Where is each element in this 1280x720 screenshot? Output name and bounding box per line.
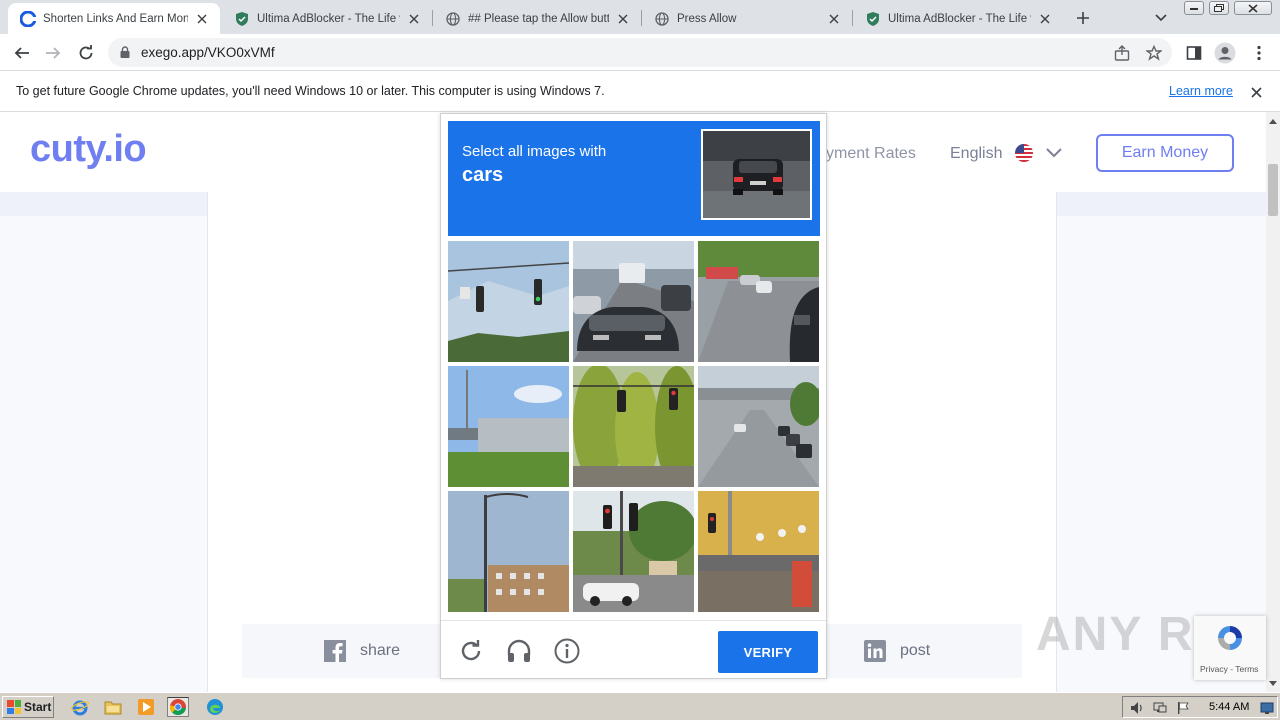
tab-ultima-adblocker[interactable]: Ultima AdBlocker - The Life with <box>222 3 432 34</box>
audio-challenge-headphones-icon[interactable] <box>506 638 532 664</box>
minimize-button[interactable] <box>1184 1 1204 15</box>
share-label: share <box>360 642 401 659</box>
challenge-tile[interactable] <box>573 241 694 362</box>
profile-icon[interactable] <box>1214 42 1236 64</box>
close-tab-icon[interactable] <box>826 11 842 27</box>
sample-car-image <box>701 129 812 220</box>
browser-toolbar: exego.app/VKO0xVMf <box>0 34 1280 71</box>
nav-payment-rates[interactable]: yment Rates <box>826 145 916 163</box>
tab-allow-button[interactable]: ## Please tap the Allow button <box>433 3 641 34</box>
shield-icon <box>865 11 881 27</box>
infobar-message: To get future Google Chrome updates, you… <box>16 84 605 98</box>
share-linkedin-button[interactable]: post <box>826 624 1022 678</box>
globe-icon <box>445 11 461 27</box>
recaptcha-challenge: Select all images with cars VERIFY <box>440 113 827 679</box>
windows-taskbar: Start 5:44 AM <box>0 692 1280 720</box>
info-icon[interactable] <box>554 638 580 664</box>
close-tab-icon[interactable] <box>615 11 631 27</box>
lock-icon[interactable] <box>118 45 132 59</box>
language-selector[interactable]: English <box>950 145 1002 163</box>
earn-money-button[interactable]: Earn Money <box>1096 134 1234 172</box>
forward-arrow-icon[interactable] <box>42 42 64 64</box>
close-tab-icon[interactable] <box>194 11 210 27</box>
tab-title: Ultima AdBlocker - The Life with <box>888 12 1031 25</box>
challenge-instruction: Select all images with <box>462 143 607 160</box>
action-center-flag-icon[interactable] <box>1175 700 1191 716</box>
network-icon[interactable] <box>1152 700 1168 716</box>
challenge-tile[interactable] <box>573 366 694 487</box>
post-label: post <box>900 642 931 659</box>
windows-logo-icon <box>7 700 21 714</box>
show-desktop-icon[interactable] <box>1259 700 1275 716</box>
tab-title: ## Please tap the Allow button <box>468 12 609 25</box>
linkedin-icon <box>864 640 886 662</box>
tab-title: Shorten Links And Earn Money <box>43 12 188 25</box>
tab-press-allow[interactable]: Press Allow <box>642 3 852 34</box>
chrome-taskbar-icon[interactable] <box>167 697 189 717</box>
close-infobar-icon[interactable] <box>1248 84 1264 100</box>
maximize-button[interactable] <box>1209 1 1229 15</box>
challenge-footer: VERIFY <box>441 620 826 678</box>
challenge-target: cars <box>462 164 504 186</box>
internet-explorer-icon[interactable] <box>69 697 91 717</box>
volume-icon[interactable] <box>1129 700 1145 716</box>
menu-kebab-icon[interactable] <box>1248 42 1270 64</box>
tab-search-chevron-icon[interactable] <box>1151 8 1171 28</box>
url-text: exego.app/VKO0xVMf <box>141 45 275 60</box>
tab-title: Ultima AdBlocker - The Life with <box>257 12 400 25</box>
us-flag-icon <box>1015 144 1033 162</box>
taskbar-clock: 5:44 AM <box>1209 701 1250 713</box>
address-bar[interactable]: exego.app/VKO0xVMf <box>108 38 1172 67</box>
scroll-down-arrow-icon[interactable] <box>1269 679 1277 687</box>
challenge-tile[interactable] <box>698 241 819 362</box>
share-facebook-button[interactable]: share <box>242 624 442 678</box>
share-icon[interactable] <box>1112 43 1132 63</box>
challenge-image-grid <box>448 241 820 613</box>
privacy-terms-links[interactable]: Privacy - Terms <box>1200 664 1258 674</box>
shield-icon <box>234 11 250 27</box>
close-tab-icon[interactable] <box>1037 11 1053 27</box>
reload-challenge-icon[interactable] <box>458 638 484 664</box>
bookmark-star-icon[interactable] <box>1144 43 1164 63</box>
recaptcha-logo-icon <box>1214 622 1246 654</box>
side-panel-icon[interactable] <box>1183 42 1205 64</box>
system-tray: 5:44 AM <box>1122 696 1278 718</box>
challenge-tile[interactable] <box>573 491 694 612</box>
update-infobar: To get future Google Chrome updates, you… <box>0 71 1280 112</box>
challenge-header: Select all images with cars <box>448 121 820 236</box>
challenge-tile[interactable] <box>448 491 569 612</box>
scrollbar-thumb[interactable] <box>1268 164 1278 216</box>
file-explorer-icon[interactable] <box>102 697 124 717</box>
challenge-tile[interactable] <box>448 241 569 362</box>
chevron-down-icon[interactable] <box>1044 144 1064 162</box>
cuty-icon <box>20 10 36 27</box>
verify-button[interactable]: VERIFY <box>718 631 818 673</box>
scroll-up-arrow-icon[interactable] <box>1269 117 1277 125</box>
media-player-icon[interactable] <box>135 697 157 717</box>
recaptcha-badge[interactable]: Privacy - Terms <box>1194 616 1266 680</box>
challenge-tile[interactable] <box>698 366 819 487</box>
close-window-button[interactable] <box>1234 1 1272 15</box>
tab-title: Press Allow <box>677 12 737 25</box>
start-label: Start <box>24 700 52 714</box>
facebook-icon <box>324 640 346 662</box>
start-button[interactable]: Start <box>2 696 54 718</box>
close-tab-icon[interactable] <box>406 11 422 27</box>
back-arrow-icon[interactable] <box>11 42 33 64</box>
challenge-tile[interactable] <box>698 491 819 612</box>
tab-ultima-adblocker-2[interactable]: Ultima AdBlocker - The Life with <box>853 3 1063 34</box>
reload-icon[interactable] <box>75 42 97 64</box>
new-tab-button[interactable] <box>1073 8 1093 28</box>
tab-shorten-links[interactable]: Shorten Links And Earn Money <box>8 3 220 34</box>
vertical-scrollbar[interactable] <box>1266 112 1280 692</box>
edge-icon[interactable] <box>204 697 226 717</box>
learn-more-link[interactable]: Learn more <box>1169 84 1233 98</box>
challenge-tile[interactable] <box>448 366 569 487</box>
globe-icon <box>654 11 670 27</box>
site-logo[interactable]: cuty.io <box>30 128 147 171</box>
tab-strip: Shorten Links And Earn Money Ultima AdBl… <box>0 0 1280 34</box>
